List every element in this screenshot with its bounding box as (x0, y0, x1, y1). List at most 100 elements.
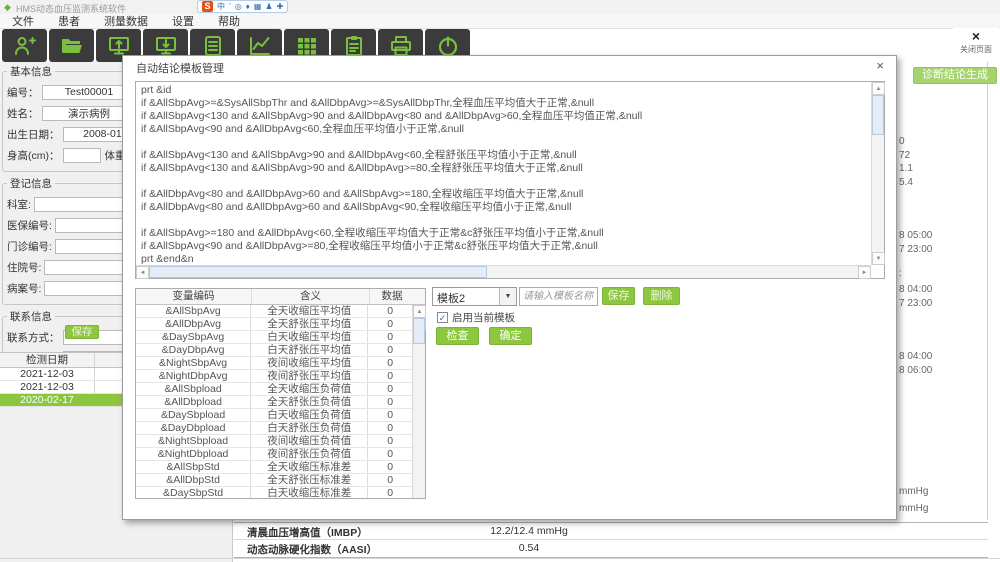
variable-row[interactable]: &AllDbpStd 全天舒张压标准差 0 (136, 474, 412, 487)
variable-code: &AllDbpStd (136, 474, 251, 486)
variable-row[interactable]: &DayDbpload 白天舒张压负荷值 0 (136, 422, 412, 435)
registry-info-title: 登记信息 (7, 176, 55, 191)
dialog-close-icon[interactable]: × (876, 58, 884, 73)
result-row: 动态动脉硬化指数（AASI） 0.54 (234, 540, 988, 557)
variable-row[interactable]: &NightDbpAvg 夜间舒张压平均值 0 (136, 370, 412, 383)
department-field[interactable] (34, 197, 129, 212)
punctuation-icon[interactable]: ’ (229, 1, 231, 12)
variable-value: 0 (368, 474, 412, 486)
variable-meaning: 全天舒张压标准差 (251, 474, 368, 486)
record-no-label: 病案号: (7, 281, 41, 296)
template-select[interactable]: 模板2 ▼ (432, 287, 517, 306)
variable-row[interactable]: &NightSbpAvg 夜间收缩压平均值 0 (136, 357, 412, 370)
app-window: ◆ HMS动态血压监测系统软件 S 中 ’ ◎ ♦ ▦ ♟ ✚ 文件 患者 测量… (0, 0, 1000, 562)
close-page-label: 关闭页面 (953, 44, 999, 55)
variable-value: 0 (368, 370, 412, 382)
scroll-left-icon[interactable]: ◄ (136, 266, 149, 279)
exam-date: 2021-12-03 (0, 368, 95, 380)
template-select-value: 模板2 (437, 290, 465, 306)
variable-row[interactable]: &NightSbpload 夜间收缩压负荷值 0 (136, 435, 412, 448)
variable-meaning: 全天舒张压负荷值 (251, 396, 368, 408)
variable-code: &NightSbpAvg (136, 357, 251, 369)
template-horizontal-scrollbar[interactable]: ◄ ► (136, 265, 871, 278)
scroll-thumb[interactable] (149, 266, 487, 278)
menu-measure-data[interactable]: 测量数据 (92, 13, 160, 29)
contact-info-title: 联系信息 (7, 309, 55, 324)
variable-code: &DaySbpStd (136, 487, 251, 498)
scroll-up-icon[interactable]: ▲ (872, 82, 885, 95)
variable-value: 0 (368, 383, 412, 395)
result-fragment: 72 (899, 150, 910, 161)
template-save-button[interactable]: 保存 (602, 287, 635, 305)
col-data-header: 数据 (370, 289, 414, 304)
enable-template-label: 启用当前模板 (452, 310, 515, 325)
document-list-icon (200, 34, 226, 58)
variable-value: 0 (368, 435, 412, 447)
patient-save-button[interactable]: 保存 (65, 325, 99, 339)
chinese-mode-icon[interactable]: 中 (217, 1, 225, 12)
variable-value: 0 (368, 305, 412, 317)
add-patient-button[interactable] (2, 29, 47, 62)
ok-button[interactable]: 确定 (489, 327, 532, 345)
soft-keyboard-icon[interactable]: ▦ (254, 1, 262, 12)
generate-diagnosis-button[interactable]: 诊断结论生成 (913, 67, 997, 84)
check-button[interactable]: 检查 (436, 327, 479, 345)
template-text[interactable]: prt &id if &AllSbpAvg>=&SysAllSbpThr and… (136, 82, 870, 264)
variable-row[interactable]: &DaySbpAvg 白天收缩压平均值 0 (136, 331, 412, 344)
variable-code: &DayDbpload (136, 422, 251, 434)
variable-row[interactable]: &DaySbpload 白天收缩压负荷值 0 (136, 409, 412, 422)
variable-meaning: 夜间收缩压平均值 (251, 357, 368, 369)
variable-value: 0 (368, 461, 412, 473)
patient-name-label: 姓名： (7, 106, 39, 121)
scroll-thumb[interactable] (872, 95, 884, 135)
template-delete-button[interactable]: 删除 (643, 287, 680, 305)
variable-value: 0 (368, 487, 412, 498)
department-label: 科室: (7, 197, 31, 212)
variable-row[interactable]: &AllSbpAvg 全天收缩压平均值 0 (136, 305, 412, 318)
template-name-input[interactable] (519, 287, 598, 306)
menu-settings[interactable]: 设置 (160, 13, 206, 29)
variable-row[interactable]: &AllDbpAvg 全天舒张压平均值 0 (136, 318, 412, 331)
inpatient-no-label: 住院号: (7, 260, 41, 275)
variable-row[interactable]: &AllSbpStd 全天收缩压标准差 0 (136, 461, 412, 474)
menu-help[interactable]: 帮助 (206, 13, 252, 29)
exam-date: 2020-02-17 (0, 394, 95, 406)
menu-patient[interactable]: 患者 (46, 13, 92, 29)
variable-row[interactable]: &DaySbpStd 白天收缩压标准差 0 (136, 487, 412, 498)
open-record-button[interactable] (49, 29, 94, 62)
imbp-label: 清晨血压增高值（IMBP） (247, 525, 368, 540)
close-page-button[interactable]: × 关闭页面 (953, 28, 999, 61)
chevron-down-icon[interactable]: ▼ (499, 288, 516, 305)
scroll-up-icon[interactable]: ▲ (413, 305, 426, 318)
ime-toolbar[interactable]: S 中 ’ ◎ ♦ ▦ ♟ ✚ (197, 0, 288, 13)
result-fragment: : (899, 268, 902, 279)
template-vertical-scrollbar[interactable]: ▲ ▼ (871, 82, 884, 265)
variable-table-scrollbar[interactable]: ▲ ▼ (412, 305, 425, 498)
enable-template-checkbox[interactable]: ✓ (437, 312, 448, 323)
ime-logo-icon[interactable]: S (202, 1, 213, 12)
height-field[interactable] (63, 148, 101, 163)
result-fragment: 8 04:00 (899, 351, 932, 362)
scroll-right-icon[interactable]: ► (858, 266, 871, 279)
wrench-icon[interactable]: ✚ (277, 1, 284, 12)
template-text-area[interactable]: prt &id if &AllSbpAvg>=&SysAllSbpThr and… (135, 81, 885, 279)
variable-table-header: 变量编码 含义 数据 (136, 289, 425, 305)
variable-table-body: &AllSbpAvg 全天收缩压平均值 0 &AllDbpAvg 全天舒张压平均… (136, 305, 412, 498)
enable-template-row: ✓ 启用当前模板 (437, 310, 515, 325)
variable-row[interactable]: &AllDbpload 全天舒张压负荷值 0 (136, 396, 412, 409)
variable-row[interactable]: &NightDbpload 夜间舒张压负荷值 0 (136, 448, 412, 461)
menu-file[interactable]: 文件 (0, 13, 46, 29)
col-code-header: 变量编码 (136, 289, 252, 304)
variable-meaning: 白天收缩压平均值 (251, 331, 368, 343)
variable-row[interactable]: &AllSbpload 全天收缩压负荷值 0 (136, 383, 412, 396)
variable-row[interactable]: &DayDbpAvg 白天舒张压平均值 0 (136, 344, 412, 357)
toolbox-icon[interactable]: ♟ (265, 1, 272, 12)
scroll-down-icon[interactable]: ▼ (872, 252, 885, 265)
open-folder-icon (59, 34, 85, 58)
variable-code: &DaySbpAvg (136, 331, 251, 343)
scroll-thumb[interactable] (413, 318, 425, 344)
mic-icon[interactable]: ♦ (246, 1, 250, 12)
close-page-icon: × (953, 28, 999, 44)
bottom-divider (0, 558, 1000, 559)
emoji-icon[interactable]: ◎ (235, 1, 242, 12)
